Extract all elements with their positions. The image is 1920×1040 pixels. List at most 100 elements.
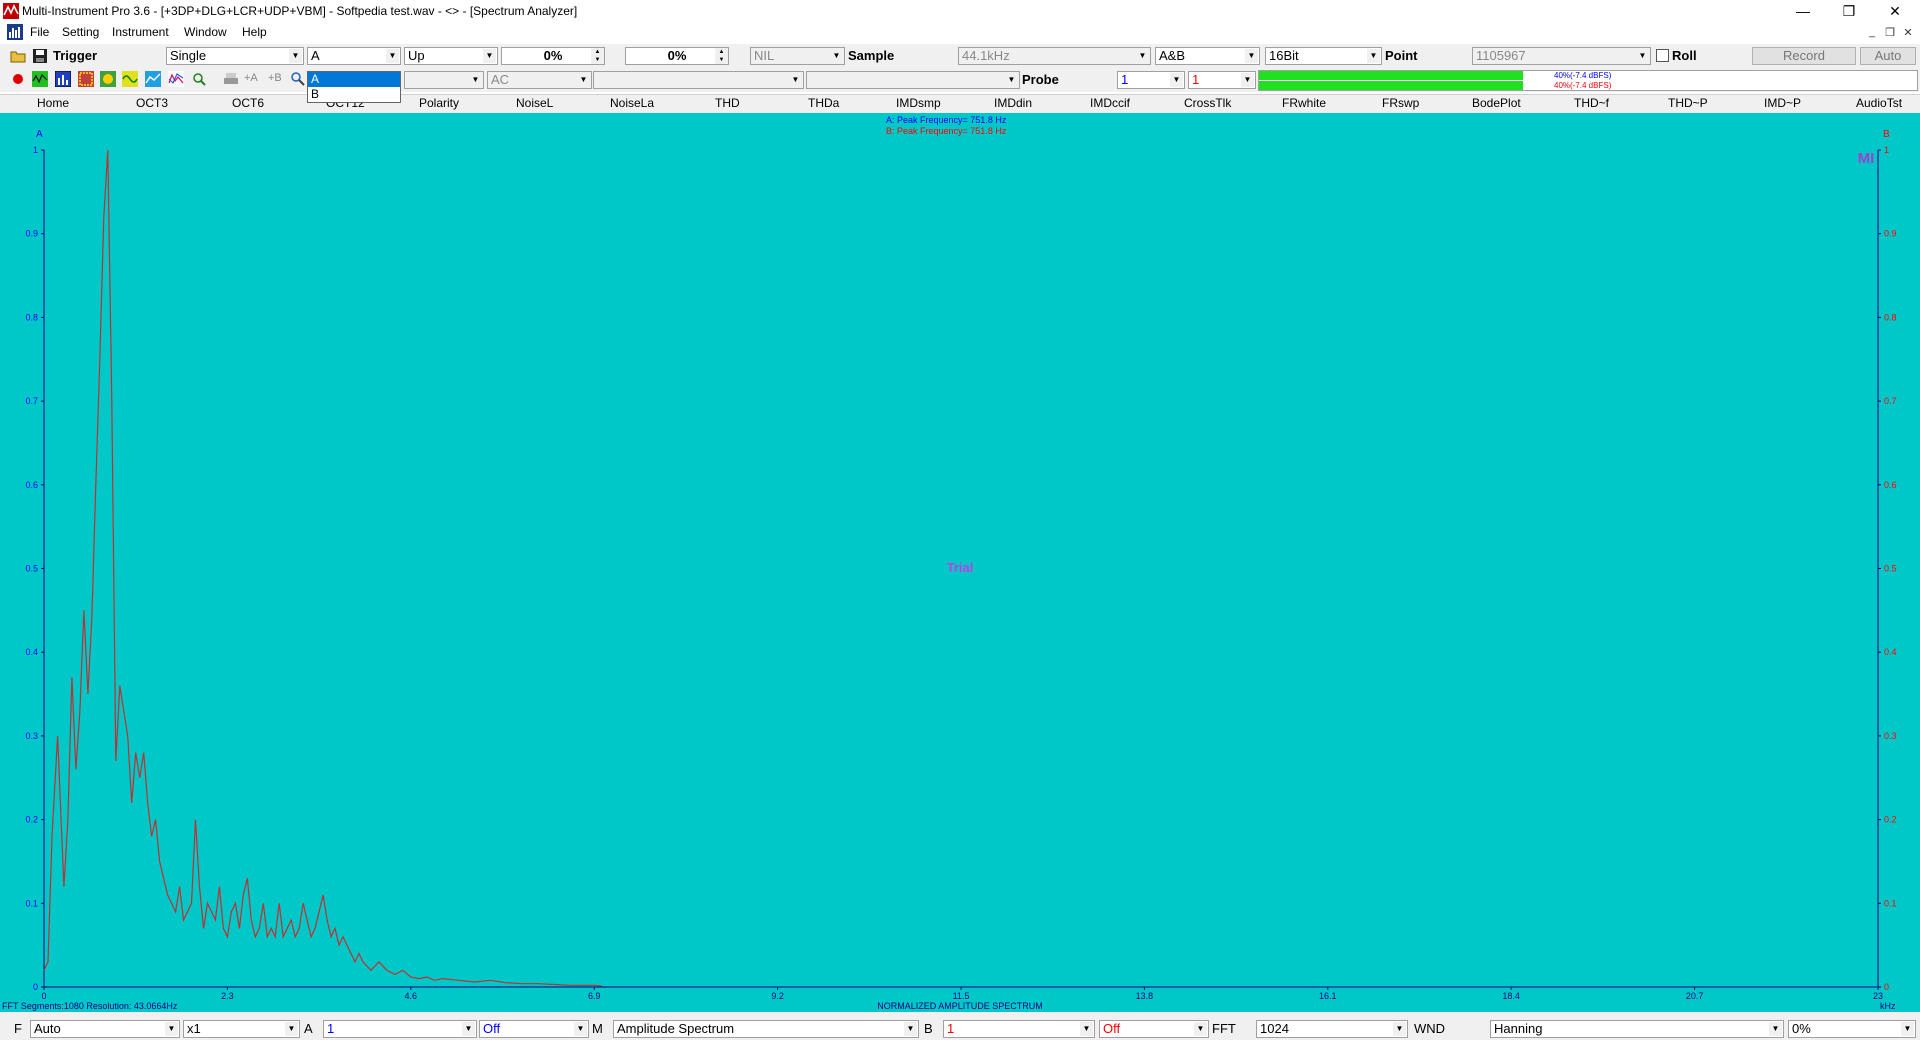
mdi-restore-button[interactable]: ❐ bbox=[1882, 24, 1898, 40]
tab-oct3[interactable]: OCT3 bbox=[136, 96, 168, 110]
tab-imd-p[interactable]: IMD~P bbox=[1764, 96, 1801, 110]
device-test-icon[interactable] bbox=[191, 71, 207, 87]
point-select[interactable]: 1105967 ▼ bbox=[1472, 47, 1651, 65]
sample-rate-select[interactable]: 44.1kHz ▼ bbox=[958, 47, 1151, 65]
restore-button[interactable]: ❐ bbox=[1826, 0, 1872, 22]
spectrum-plot[interactable]: 0 0 0.1 0.1 0.2 0.2 0.3 0.3 0.4 0.4 0.5 0.5 0.6 0.6 0.… bbox=[0, 113, 1920, 1013]
probe-a-value: 1 bbox=[1121, 72, 1129, 87]
printer-icon[interactable] bbox=[223, 71, 239, 87]
trigger-edge-select[interactable]: Up ▼ bbox=[404, 47, 498, 65]
spectrum-analyzer-icon[interactable] bbox=[55, 71, 71, 87]
tab-frwhite[interactable]: FRwhite bbox=[1282, 96, 1326, 110]
pretrigger-spinner[interactable]: 0% ▲ ▼ bbox=[625, 47, 729, 65]
dropdown-option-a[interactable]: A bbox=[308, 72, 400, 87]
spin-updown-icon[interactable]: ▲ ▼ bbox=[591, 48, 604, 64]
auto-button[interactable]: Auto bbox=[1860, 47, 1916, 65]
tab-imddin[interactable]: IMDdin bbox=[994, 96, 1032, 110]
tab-thd-f[interactable]: THD~f bbox=[1574, 96, 1609, 110]
trial-watermark: Trial bbox=[947, 560, 974, 575]
channel-b-scale-select[interactable]: 1 ▼ bbox=[943, 1020, 1095, 1038]
tab-noisel[interactable]: NoiseL bbox=[516, 96, 553, 110]
x-tick-label: 6.9 bbox=[588, 991, 601, 1001]
multimeter-icon[interactable] bbox=[100, 71, 116, 87]
record-dot-icon[interactable] bbox=[10, 71, 26, 87]
axis-left-label: A bbox=[36, 129, 43, 140]
mdi-minimize-button[interactable]: _ bbox=[1864, 24, 1880, 40]
zoom-select[interactable]: x1 ▼ bbox=[183, 1020, 300, 1038]
tab-imdsmp[interactable]: IMDsmp bbox=[896, 96, 941, 110]
chevron-down-icon: ▼ bbox=[789, 73, 802, 87]
channel-a-range-select[interactable]: ▼ bbox=[404, 71, 484, 89]
signal-generator-icon[interactable] bbox=[122, 71, 138, 87]
window-function-select[interactable]: Hanning ▼ bbox=[1490, 1020, 1784, 1038]
chevron-down-icon: ▼ bbox=[1769, 1022, 1782, 1036]
cursor-b-icon[interactable]: +B bbox=[268, 72, 282, 84]
dropdown-option-b[interactable]: B bbox=[308, 87, 400, 102]
channel-b-state-select[interactable]: Off ▼ bbox=[1099, 1020, 1209, 1038]
close-button[interactable]: ✕ bbox=[1872, 0, 1918, 22]
trigger-level-value: 0% bbox=[543, 48, 563, 63]
tab-crosstlk[interactable]: CrossTlk bbox=[1184, 96, 1231, 110]
menu-help[interactable]: Help bbox=[242, 25, 267, 39]
tab-bodeplot[interactable]: BodePlot bbox=[1472, 96, 1521, 110]
probe-a-select[interactable]: 1 ▼ bbox=[1117, 71, 1185, 89]
level-meter-b-bar bbox=[1259, 81, 1523, 90]
y-tick-label-right: 0 bbox=[1884, 982, 1889, 992]
input-device-select[interactable]: ▼ bbox=[593, 71, 804, 89]
overlap-select[interactable]: 0% ▼ bbox=[1788, 1020, 1916, 1038]
fft-info: FFT Segments:1080 Resolution: 43.0664Hz bbox=[2, 1001, 178, 1011]
y-tick-label-left: 0.6 bbox=[25, 480, 38, 490]
trigger-channel-select[interactable]: A ▼ bbox=[307, 47, 401, 65]
channel-a-scale-select[interactable]: 1 ▼ bbox=[323, 1020, 477, 1038]
oscilloscope-icon[interactable] bbox=[32, 71, 48, 87]
tab-home[interactable]: Home bbox=[37, 96, 69, 110]
trigger-channel-dropdown: A B bbox=[307, 71, 401, 103]
coupling-select[interactable]: AC ▼ bbox=[487, 71, 592, 89]
nil-select[interactable]: NIL ▼ bbox=[750, 47, 845, 65]
tab-thd[interactable]: THD bbox=[715, 96, 740, 110]
probe-b-select[interactable]: 1 ▼ bbox=[1188, 71, 1256, 89]
tab-thda[interactable]: THDa bbox=[808, 96, 839, 110]
open-folder-icon[interactable] bbox=[10, 48, 26, 64]
chevron-down-icon: ▼ bbox=[1080, 1022, 1093, 1036]
channel-a-state-select[interactable]: Off ▼ bbox=[479, 1020, 589, 1038]
tab-frswp[interactable]: FRswp bbox=[1382, 96, 1419, 110]
x-tick-label: 9.2 bbox=[771, 991, 784, 1001]
record-button[interactable]: Record bbox=[1752, 47, 1856, 65]
bit-depth-select[interactable]: 16Bit ▼ bbox=[1265, 47, 1382, 65]
tab-thd-p[interactable]: THD~P bbox=[1668, 96, 1708, 110]
trigger-level-spinner[interactable]: 0% ▲ ▼ bbox=[501, 47, 605, 65]
sample-rate-value: 44.1kHz bbox=[962, 48, 1010, 63]
chevron-down-icon: ▼ bbox=[1194, 1022, 1207, 1036]
x-tick-label: 20.7 bbox=[1686, 991, 1704, 1001]
dds-icon[interactable] bbox=[168, 71, 184, 87]
tab-oct6[interactable]: OCT6 bbox=[232, 96, 264, 110]
data-logger-icon[interactable] bbox=[145, 71, 161, 87]
menu-file[interactable]: File bbox=[30, 25, 49, 39]
trigger-mode-select[interactable]: Single ▼ bbox=[166, 47, 304, 65]
output-device-select[interactable]: ▼ bbox=[806, 71, 1020, 89]
overlap-value: 0% bbox=[1792, 1021, 1811, 1036]
tab-imdccif[interactable]: IMDccif bbox=[1090, 96, 1130, 110]
fft-size-select[interactable]: 1024 ▼ bbox=[1256, 1020, 1408, 1038]
mdi-close-button[interactable]: ✕ bbox=[1900, 24, 1916, 40]
tab-noisela[interactable]: NoiseLa bbox=[610, 96, 654, 110]
menu-setting[interactable]: Setting bbox=[62, 25, 99, 39]
cursor-a-icon[interactable]: +A bbox=[244, 72, 258, 84]
tab-audiotst[interactable]: AudioTst bbox=[1856, 96, 1902, 110]
roll-label: Roll bbox=[1672, 48, 1697, 63]
frequency-scale-select[interactable]: Auto ▼ bbox=[30, 1020, 180, 1038]
tab-polarity[interactable]: Polarity bbox=[419, 96, 459, 110]
channels-select[interactable]: A&B ▼ bbox=[1155, 47, 1260, 65]
spectrogram-icon[interactable] bbox=[78, 71, 94, 87]
menu-window[interactable]: Window bbox=[184, 25, 227, 39]
spin-updown-icon[interactable]: ▲ ▼ bbox=[715, 48, 728, 64]
minimize-button[interactable]: — bbox=[1780, 0, 1826, 22]
save-disk-icon[interactable] bbox=[32, 48, 48, 64]
document-icon[interactable] bbox=[7, 24, 23, 40]
roll-checkbox[interactable] bbox=[1656, 49, 1669, 62]
zoom-tool-icon[interactable] bbox=[290, 71, 306, 87]
y-tick-label-left: 0.2 bbox=[25, 815, 38, 825]
measurement-mode-select[interactable]: Amplitude Spectrum ▼ bbox=[613, 1020, 919, 1038]
menu-instrument[interactable]: Instrument bbox=[112, 25, 169, 39]
